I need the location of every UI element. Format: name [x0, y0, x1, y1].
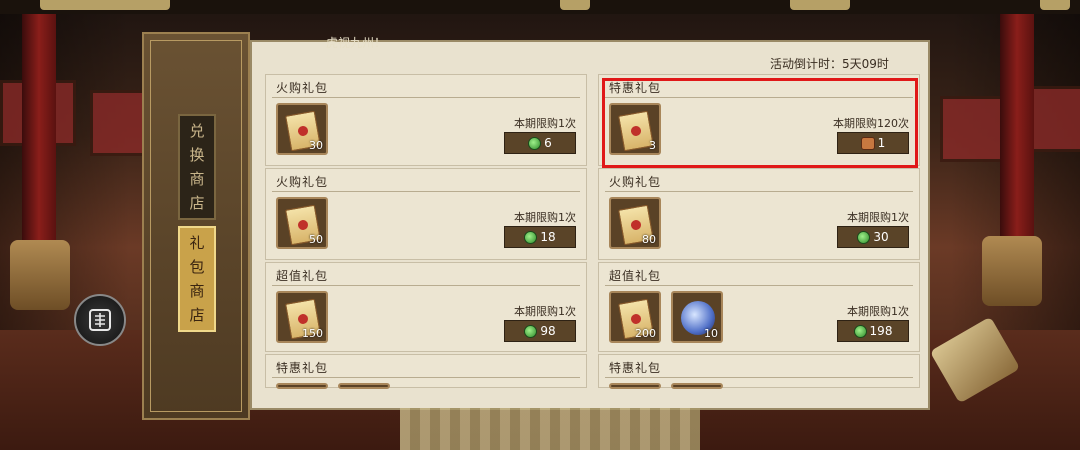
item-quantity: 200	[635, 327, 656, 340]
tab-label-char: 兑	[189, 122, 205, 140]
price-value: 18	[540, 230, 556, 244]
buy-button[interactable]: 1	[837, 132, 909, 154]
reward-item-slot[interactable]: 50	[276, 197, 328, 249]
pack-title: 特惠礼包	[609, 81, 662, 95]
item-quantity: 30	[309, 139, 323, 152]
item-quantity: 150	[302, 327, 323, 340]
pack-title: 特惠礼包	[276, 361, 329, 375]
reward-item-slot[interactable]: 30	[276, 103, 328, 155]
reward-item-slot[interactable]	[671, 383, 723, 389]
gift-pack-card: 超值礼包 200 10 本期限购1次 198	[598, 262, 920, 352]
purchase-limit: 本期限购1次	[847, 305, 909, 318]
purchase-limit: 本期限购1次	[847, 211, 909, 224]
tab-label-char: 商	[189, 282, 205, 300]
buy-button[interactable]: 98	[504, 320, 576, 342]
reward-item-slot[interactable]: 10	[671, 291, 723, 343]
pack-divider	[272, 377, 580, 378]
buy-button[interactable]: 18	[504, 226, 576, 248]
gift-pack-card: 特惠礼包 3 本期限购120次 1	[598, 74, 920, 166]
pack-title: 火购礼包	[276, 175, 329, 189]
item-quantity: 80	[642, 233, 656, 246]
buy-button[interactable]: 6	[504, 132, 576, 154]
purchase-limit: 本期限购1次	[514, 211, 576, 224]
pillar-base	[982, 236, 1042, 306]
reward-item-slot[interactable]: 150	[276, 291, 328, 343]
purchase-limit: 本期限购120次	[833, 117, 909, 130]
seal-menu-button[interactable]	[74, 294, 126, 346]
gift-pack-card: 超值礼包 150 本期限购1次 98	[265, 262, 587, 352]
jade-icon	[853, 324, 867, 338]
pack-divider	[272, 285, 580, 286]
seal-menu-icon	[89, 309, 111, 331]
price-value: 198	[869, 324, 893, 338]
gift-pack-card: 特惠礼包	[265, 354, 587, 389]
reward-item-slot[interactable]	[338, 383, 390, 389]
pack-divider	[272, 97, 580, 98]
reward-item-slot[interactable]: 200	[609, 291, 661, 343]
pack-title: 火购礼包	[276, 81, 329, 95]
pack-divider	[605, 191, 913, 192]
pack-title: 特惠礼包	[609, 361, 662, 375]
price-value: 6	[544, 136, 552, 150]
purchase-limit: 本期限购1次	[514, 305, 576, 318]
buy-button[interactable]: 198	[837, 320, 909, 342]
reward-item-slot[interactable]: 80	[609, 197, 661, 249]
pillar-base	[10, 240, 70, 310]
pack-divider	[605, 285, 913, 286]
gift-pack-card: 火购礼包 30 本期限购1次 6	[265, 74, 587, 166]
item-quantity: 10	[704, 327, 718, 340]
price-value: 1	[877, 136, 886, 150]
pack-divider	[272, 191, 580, 192]
reward-item-slot[interactable]	[609, 383, 661, 389]
token-icon	[860, 136, 875, 150]
reward-item-slot[interactable]: 3	[609, 103, 661, 155]
tab-label-char: 店	[189, 306, 205, 324]
pack-divider	[605, 377, 913, 378]
tab-label-char: 礼	[189, 234, 205, 252]
buy-button[interactable]: 30	[837, 226, 909, 248]
jade-icon	[528, 136, 542, 150]
tab-label-char: 包	[189, 258, 205, 276]
gift-pack-card: 火购礼包 50 本期限购1次 18	[265, 168, 587, 260]
tab-label-char: 换	[189, 146, 205, 164]
jade-icon	[524, 230, 538, 244]
tab-label-char: 店	[189, 194, 205, 212]
event-countdown: 活动倒计时：5天09时	[770, 57, 889, 71]
reward-item-slot[interactable]	[276, 383, 328, 389]
tab-exchange-shop[interactable]: 兑 换 商 店	[178, 114, 216, 220]
jade-icon	[524, 324, 538, 338]
gift-pack-card: 特惠礼包	[598, 354, 920, 389]
pack-title: 超值礼包	[609, 269, 662, 283]
item-quantity: 3	[649, 139, 656, 152]
gift-pack-card: 火购礼包 80 本期限购1次 30	[598, 168, 920, 260]
purchase-limit: 本期限购1次	[514, 117, 576, 130]
pack-divider	[605, 97, 913, 98]
tab-gift-shop[interactable]: 礼 包 商 店	[178, 226, 216, 332]
pack-title: 超值礼包	[276, 269, 329, 283]
tab-label-char: 商	[189, 170, 205, 188]
marquee-text: 虎视九州！	[326, 36, 387, 50]
pack-title: 火购礼包	[609, 175, 662, 189]
jade-icon	[857, 230, 871, 244]
item-quantity: 50	[309, 233, 323, 246]
top-status-bar	[0, 0, 1080, 14]
price-value: 30	[873, 230, 889, 244]
price-value: 98	[540, 324, 556, 338]
bottom-decoration	[400, 408, 700, 450]
